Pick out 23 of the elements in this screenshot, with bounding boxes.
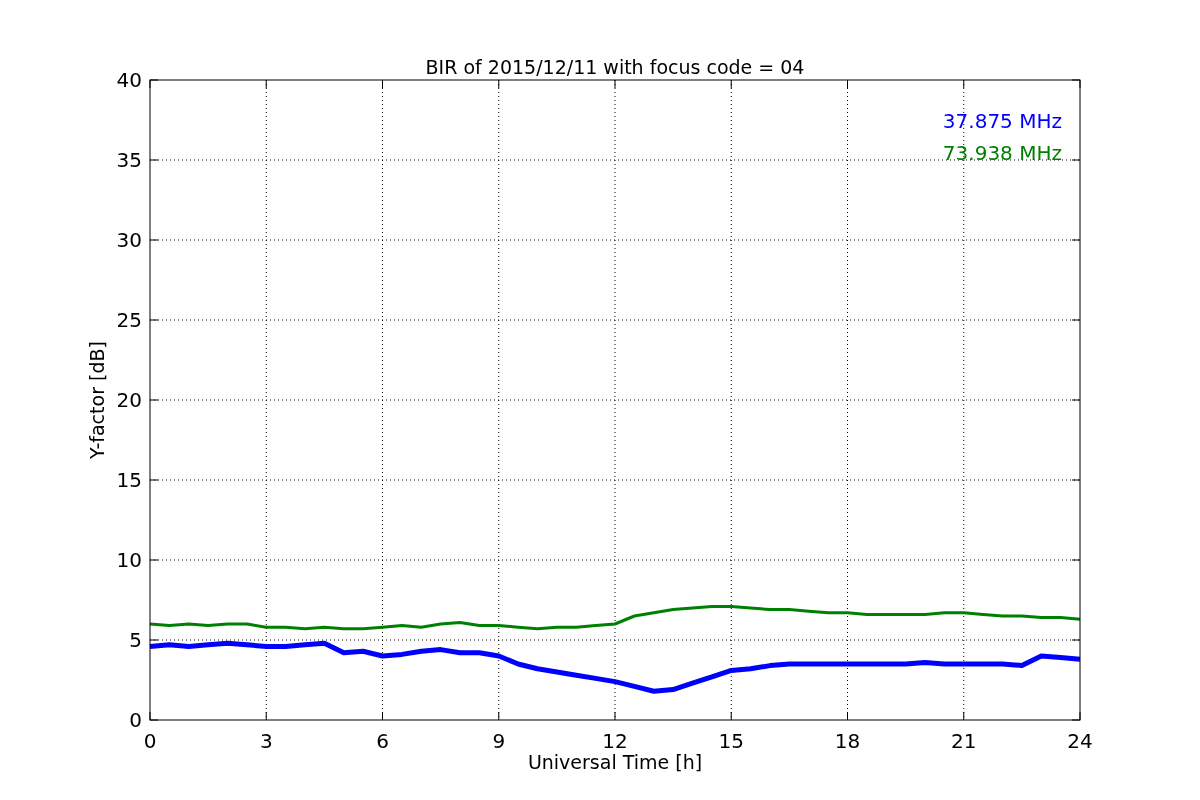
x-tick-label: 21 (951, 729, 977, 753)
y-tick-label: 30 (116, 228, 142, 252)
x-tick-label: 9 (492, 729, 506, 753)
x-axis-label: Universal Time [h] (527, 751, 703, 773)
x-tick-label: 18 (834, 729, 861, 753)
x-tick-label: 12 (602, 729, 628, 753)
y-tick-label: 10 (116, 548, 142, 572)
y-axis-label: Y-factor [dB] (86, 341, 108, 459)
y-tick-label: 25 (116, 308, 142, 332)
y-tick-label: 40 (116, 68, 142, 92)
y-tick-label: 0 (129, 708, 142, 732)
y-tick-label: 15 (116, 468, 142, 492)
legend-label: 73.938 MHz (942, 141, 1062, 165)
x-tick-label: 0 (143, 729, 157, 753)
y-tick-label: 20 (116, 388, 142, 412)
legend-label: 37.875 MHz (942, 109, 1062, 133)
x-tick-label: 6 (376, 729, 389, 753)
x-tick-label: 24 (1067, 729, 1093, 753)
x-tick-label: 3 (259, 729, 273, 753)
y-tick-label: 35 (116, 148, 142, 172)
y-tick-label: 5 (129, 628, 142, 652)
x-tick-label: 15 (718, 729, 744, 753)
chart-title: BIR of 2015/12/11 with focus code = 04 (425, 56, 805, 78)
